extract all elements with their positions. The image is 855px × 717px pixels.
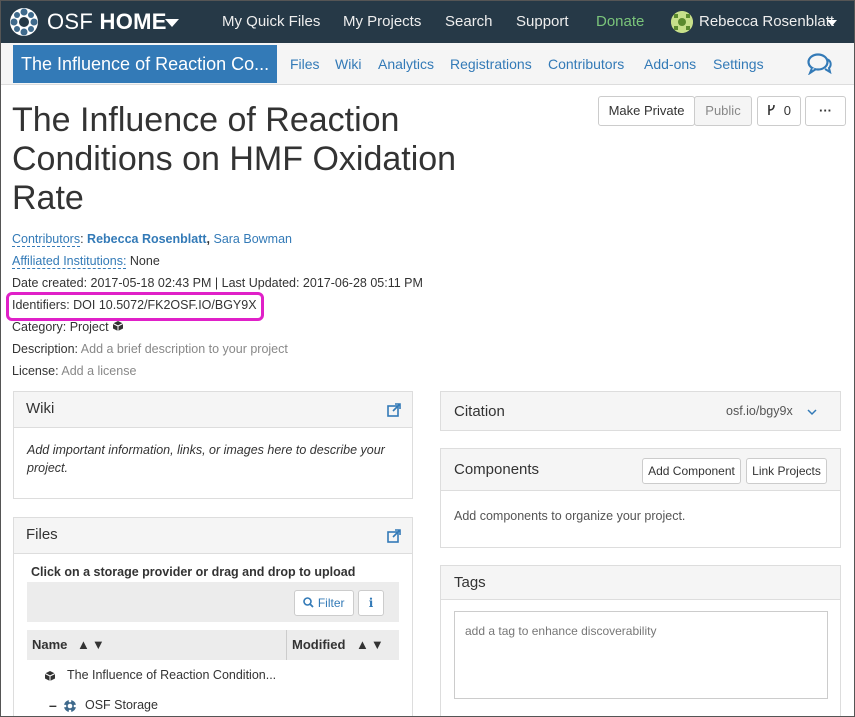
filter-label: Filter [317, 596, 345, 610]
tags-title: Tags [454, 574, 486, 591]
tab-contributors[interactable]: Contributors [548, 56, 624, 72]
files-title: Files [26, 526, 58, 543]
components-panel: Components Add Component Link Projects A… [440, 448, 841, 548]
more-options-button[interactable]: ··· [805, 96, 846, 126]
top-navbar: OSF HOME My Quick Files My Projects Sear… [1, 1, 854, 43]
contributors-row: Contributors: Rebecca Rosenblatt, Sara B… [12, 232, 292, 247]
files-toolbar: Filter i [27, 582, 399, 622]
description-row: Description: Add a brief description to … [12, 342, 288, 356]
col-name-header[interactable]: Name [32, 637, 67, 652]
wiki-panel-header: Wiki [14, 392, 412, 428]
chevron-down-icon[interactable] [807, 409, 817, 416]
highlight-box [6, 292, 264, 321]
col-modified-header[interactable]: Modified [292, 637, 345, 652]
category-label: Category: [12, 320, 67, 334]
brand-name[interactable]: OSF HOME [47, 9, 167, 35]
project-navbar: The Influence of Reaction Co... Files Wi… [1, 43, 854, 85]
citation-link[interactable]: osf.io/bgy9x [726, 404, 793, 418]
cube-icon [112, 321, 124, 331]
affiliated-label[interactable]: Affiliated Institutions: [12, 254, 127, 269]
row-storage-name: OSF Storage [85, 698, 158, 712]
tab-analytics[interactable]: Analytics [378, 56, 434, 72]
wiki-panel: Wiki Add important information, links, o… [13, 391, 413, 499]
citation-panel[interactable]: Citation osf.io/bgy9x [440, 391, 841, 431]
table-row[interactable]: The Influence of Reaction Condition... [27, 661, 399, 691]
tag-input[interactable]: add a tag to enhance discoverability [454, 611, 828, 699]
fork-count: 0 [783, 103, 791, 118]
category-value: Project [69, 320, 109, 334]
comments-icon[interactable] [807, 53, 833, 75]
page-frame: OSF HOME My Quick Files My Projects Sear… [0, 0, 855, 717]
description-value[interactable]: Add a brief description to your project [81, 342, 288, 356]
components-panel-header: Components Add Component Link Projects [441, 449, 840, 491]
collapse-icon[interactable]: – [49, 697, 57, 713]
tags-panel-header: Tags [441, 566, 840, 600]
user-avatar[interactable] [671, 11, 693, 33]
citation-title: Citation [454, 403, 505, 420]
make-private-button[interactable]: Make Private [598, 96, 695, 126]
tab-files[interactable]: Files [290, 56, 320, 72]
info-button[interactable]: i [358, 590, 384, 616]
external-link-icon[interactable] [387, 403, 401, 417]
wiki-title: Wiki [26, 400, 55, 417]
license-value[interactable]: Add a license [61, 364, 136, 378]
nav-support[interactable]: Support [516, 13, 569, 30]
cube-icon [44, 671, 56, 681]
user-chevron-down-icon[interactable] [827, 20, 837, 26]
page-title: The Influence of Reaction Conditions on … [12, 101, 457, 217]
osf-logo-icon[interactable] [9, 7, 39, 37]
add-component-button[interactable]: Add Component [642, 458, 741, 484]
license-row: License: Add a license [12, 364, 136, 378]
fork-icon [768, 104, 775, 115]
public-button[interactable]: Public [694, 96, 752, 126]
license-label: License: [12, 364, 59, 378]
tab-wiki[interactable]: Wiki [335, 56, 361, 72]
user-name[interactable]: Rebecca Rosenblatt [699, 13, 834, 30]
brand-bold: HOME [99, 9, 167, 34]
column-divider [286, 630, 287, 660]
link-projects-button[interactable]: Link Projects [746, 458, 827, 484]
files-table-header: Name ▲▼ Modified ▲▼ [27, 630, 399, 660]
description-label: Description: [12, 342, 78, 356]
files-panel: Files Click on a storage provider or dra… [13, 517, 413, 716]
contributors-label[interactable]: Contributors [12, 232, 81, 247]
components-title: Components [454, 461, 540, 478]
nav-my-quick-files[interactable]: My Quick Files [222, 13, 320, 30]
affiliated-value: None [129, 254, 160, 268]
sort-modified-icon[interactable]: ▲▼ [356, 637, 386, 652]
components-body: Add components to organize your project. [454, 509, 686, 523]
search-icon [303, 597, 315, 608]
fork-button[interactable]: 0 [757, 96, 801, 126]
table-row[interactable]: – OSF Storage [27, 691, 399, 716]
nav-search[interactable]: Search [445, 13, 493, 30]
tab-registrations[interactable]: Registrations [450, 56, 532, 72]
tags-panel: Tags add a tag to enhance discoverabilit… [440, 565, 841, 716]
row-project-name: The Influence of Reaction Condition... [67, 668, 277, 682]
avatar-icon [671, 11, 693, 33]
category-row: Category: Project [12, 320, 124, 334]
nav-donate[interactable]: Donate [596, 13, 644, 30]
dates-row: Date created: 2017-05-18 02:43 PM | Last… [12, 276, 423, 290]
filter-button[interactable]: Filter [294, 590, 354, 616]
osf-storage-icon [63, 699, 77, 713]
info-icon: i [368, 596, 374, 610]
brand-chevron-down-icon[interactable] [165, 19, 179, 27]
contributor-link[interactable]: Rebecca Rosenblatt [87, 232, 206, 246]
files-panel-header: Files [14, 518, 412, 554]
tab-settings[interactable]: Settings [713, 56, 764, 72]
external-link-icon[interactable] [387, 529, 401, 543]
brand-light: OSF [47, 9, 94, 34]
files-instruction: Click on a storage provider or drag and … [31, 565, 356, 579]
contributor-link[interactable]: Sara Bowman [213, 232, 292, 246]
wiki-body: Add important information, links, or ima… [27, 443, 385, 475]
tab-add-ons[interactable]: Add-ons [644, 56, 696, 72]
nav-my-projects[interactable]: My Projects [343, 13, 421, 30]
sort-name-icon[interactable]: ▲▼ [77, 637, 107, 652]
affiliated-row: Affiliated Institutions: None [12, 254, 160, 269]
project-title-tab[interactable]: The Influence of Reaction Co... [13, 45, 277, 83]
